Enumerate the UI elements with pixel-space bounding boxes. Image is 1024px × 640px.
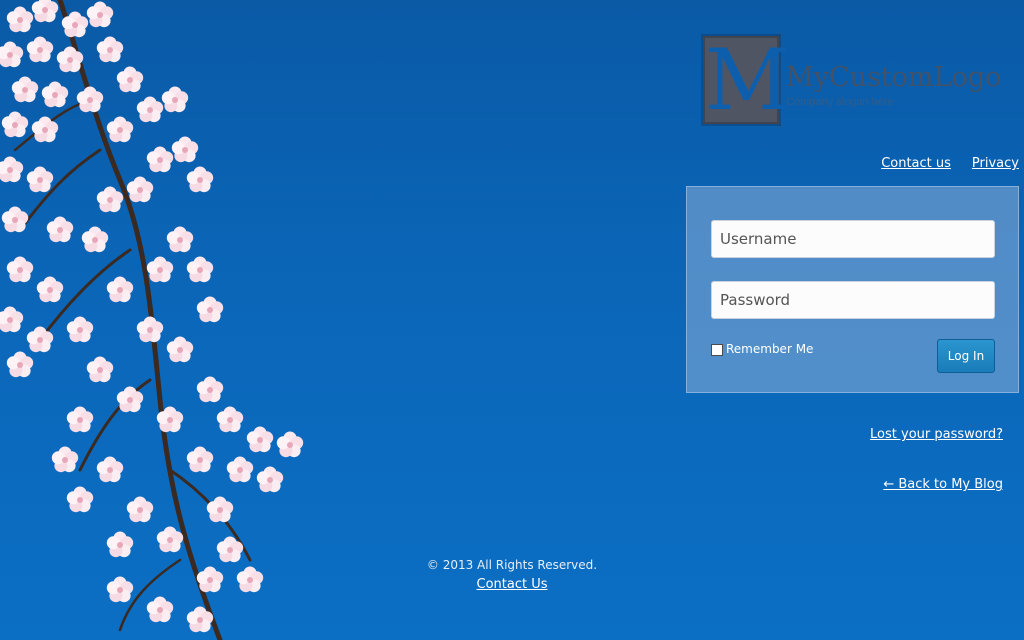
logo-name: MyCustomLogo [786,62,1002,93]
copyright-text: © 2013 All Rights Reserved. [426,558,598,572]
remember-me-label[interactable]: Remember Me [726,342,813,356]
logo-letter: M [705,31,792,129]
remember-me-checkbox[interactable] [711,344,723,356]
lost-password-link[interactable]: Lost your password? [870,427,1003,442]
cherry-blossom-decoration [0,0,304,640]
footer: © 2013 All Rights Reserved. Contact Us [380,557,644,592]
footer-contact-link[interactable]: Contact Us [477,577,548,592]
password-input[interactable] [711,281,995,319]
site-logo[interactable]: M MyCustomLogo Company slogan here [700,32,1002,128]
logo-mark: M [703,32,791,128]
log-in-button[interactable]: Log In [937,339,995,373]
login-form: Remember Me Log In [686,186,1019,393]
top-links: Contact us Privacy [881,156,1019,171]
remember-me[interactable]: Remember Me [711,342,813,356]
username-input[interactable] [711,220,995,258]
privacy-link[interactable]: Privacy [972,156,1019,171]
back-to-blog-link[interactable]: ← Back to My Blog [883,477,1003,492]
logo-tagline: Company slogan here [786,96,894,108]
contact-us-link[interactable]: Contact us [881,156,951,171]
